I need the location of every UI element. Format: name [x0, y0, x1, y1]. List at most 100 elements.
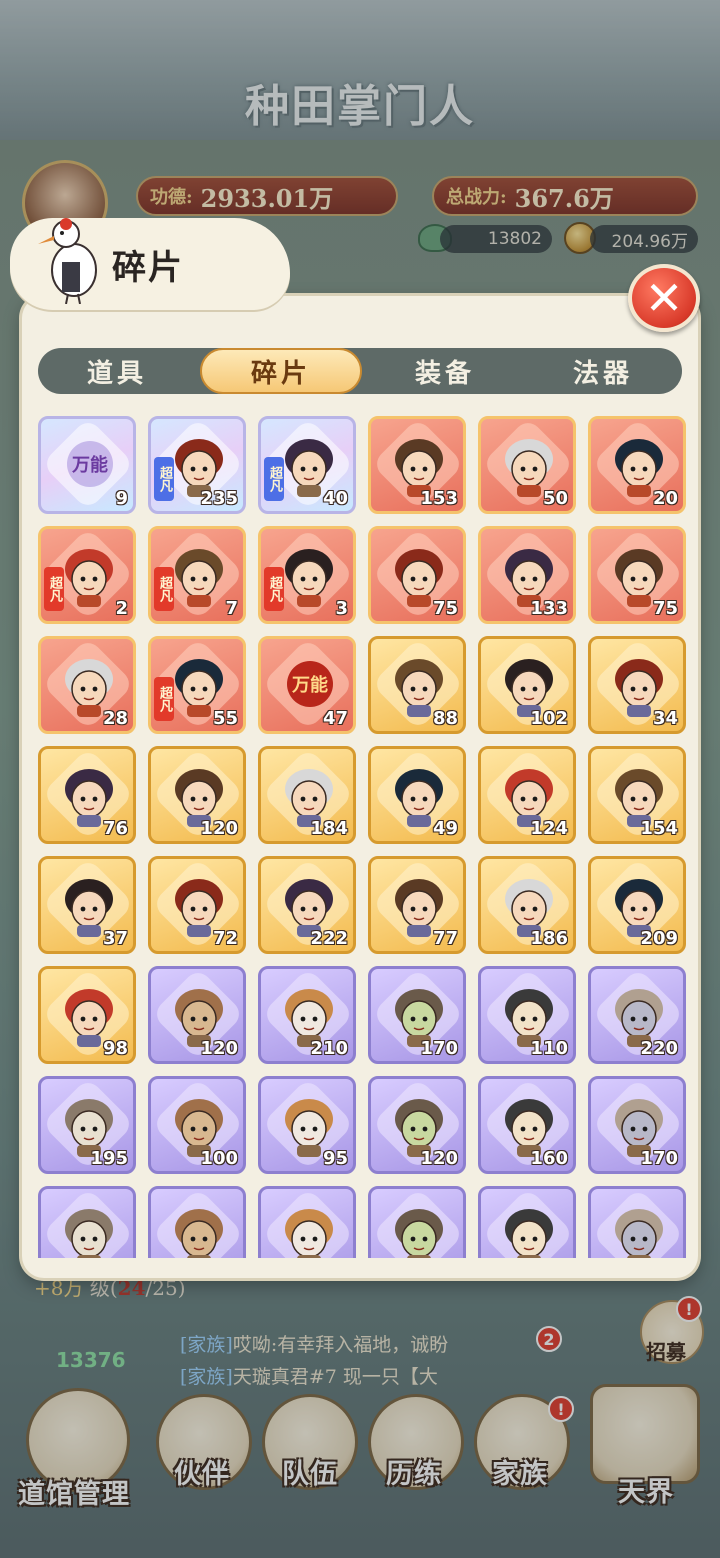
fragment-card[interactable]: 72: [148, 856, 246, 954]
fragment-card[interactable]: 75: [588, 526, 686, 624]
fragment-card[interactable]: 超凡 3: [258, 526, 356, 624]
fragment-card[interactable]: 34: [588, 636, 686, 734]
fragment-card[interactable]: 超凡 2: [38, 526, 136, 624]
fragment-card[interactable]: 160: [478, 1076, 576, 1174]
fragment-card[interactable]: 98: [38, 966, 136, 1064]
character-portrait-icon: [615, 1209, 663, 1258]
fragment-card[interactable]: 超凡 7: [148, 526, 246, 624]
character-portrait-icon: [285, 549, 333, 607]
fragment-card[interactable]: 75: [368, 526, 466, 624]
character-portrait-icon: [175, 1209, 223, 1258]
fragment-card[interactable]: 133: [478, 526, 576, 624]
crane-mascot-icon: [38, 218, 97, 304]
fragment-card[interactable]: 209: [588, 856, 686, 954]
fragment-grid-scroll[interactable]: 万能 9 超凡 235 超凡 40 153 50 20 超凡 2 超凡 7 超凡 3 75 133 75 28 超凡 5…: [38, 416, 686, 1258]
fragment-card[interactable]: 153: [368, 416, 466, 514]
fragment-card[interactable]: 76: [38, 746, 136, 844]
fragment-card[interactable]: 186: [478, 856, 576, 954]
tab-fragments[interactable]: 碎片: [200, 348, 362, 394]
fragment-count: 120: [200, 818, 238, 839]
fragment-card[interactable]: 28: [38, 636, 136, 734]
fragment-card[interactable]: 102: [478, 636, 576, 734]
transcendent-tag: 超凡: [264, 567, 284, 611]
fragment-count: 47: [322, 708, 348, 729]
character-portrait-icon: [175, 549, 223, 607]
fragment-count: 55: [212, 708, 238, 729]
fragment-card[interactable]: 37: [38, 856, 136, 954]
fragment-count: 154: [640, 818, 678, 839]
fragment-count: 72: [212, 928, 238, 949]
fragment-card[interactable]: [368, 1186, 466, 1258]
fragment-count: 34: [652, 708, 678, 729]
fragment-count: 184: [310, 818, 348, 839]
fragment-card[interactable]: 170: [368, 966, 466, 1064]
fragment-card[interactable]: 万能 47: [258, 636, 356, 734]
fragment-count: 195: [90, 1148, 128, 1169]
fragment-count: 170: [640, 1148, 678, 1169]
fragment-card[interactable]: 124: [478, 746, 576, 844]
fragment-count: 209: [640, 928, 678, 949]
fragment-card[interactable]: [38, 1186, 136, 1258]
fragment-count: 9: [115, 488, 128, 509]
fragment-count: 120: [420, 1148, 458, 1169]
fragment-card[interactable]: 万能 9: [38, 416, 136, 514]
fragment-count: 2: [115, 598, 128, 619]
universal-fragment-icon: 万能: [287, 661, 333, 707]
fragment-card[interactable]: 120: [148, 966, 246, 1064]
fragment-count: 49: [432, 818, 458, 839]
fragment-card[interactable]: 超凡 40: [258, 416, 356, 514]
fragment-count: 3: [335, 598, 348, 619]
fragment-count: 210: [310, 1038, 348, 1059]
fragment-count: 120: [200, 1038, 238, 1059]
fragment-card[interactable]: 88: [368, 636, 466, 734]
fragment-card[interactable]: 超凡 55: [148, 636, 246, 734]
fragment-card[interactable]: 222: [258, 856, 356, 954]
fragment-count: 40: [322, 488, 348, 509]
fragment-card[interactable]: [588, 1186, 686, 1258]
fragment-card[interactable]: 120: [148, 746, 246, 844]
character-portrait-icon: [65, 1209, 113, 1258]
fragment-count: 102: [530, 708, 568, 729]
fragment-card[interactable]: [148, 1186, 246, 1258]
fragment-count: 75: [652, 598, 678, 619]
tab-items[interactable]: 道具: [38, 348, 196, 394]
character-portrait-icon: [285, 1209, 333, 1258]
fragment-grid: 万能 9 超凡 235 超凡 40 153 50 20 超凡 2 超凡 7 超凡 3 75 133 75 28 超凡 5…: [38, 416, 686, 1258]
fragment-card[interactable]: 110: [478, 966, 576, 1064]
transcendent-tag: 超凡: [154, 567, 174, 611]
fragment-count: 98: [102, 1038, 128, 1059]
fragment-count: 76: [102, 818, 128, 839]
fragment-count: 50: [542, 488, 568, 509]
fragment-count: 77: [432, 928, 458, 949]
tab-equipment[interactable]: 装备: [366, 348, 524, 394]
fragment-card[interactable]: 49: [368, 746, 466, 844]
fragment-count: 222: [310, 928, 348, 949]
fragment-count: 20: [652, 488, 678, 509]
fragment-card[interactable]: 20: [588, 416, 686, 514]
fragment-count: 100: [200, 1148, 238, 1169]
fragment-card[interactable]: 195: [38, 1076, 136, 1174]
fragment-card[interactable]: 120: [368, 1076, 466, 1174]
fragment-card[interactable]: 50: [478, 416, 576, 514]
fragment-count: 160: [530, 1148, 568, 1169]
fragment-count: 88: [432, 708, 458, 729]
transcendent-tag: 超凡: [44, 567, 64, 611]
fragment-card[interactable]: [258, 1186, 356, 1258]
close-button[interactable]: ✕: [628, 264, 700, 332]
fragment-card[interactable]: 210: [258, 966, 356, 1064]
fragment-card[interactable]: [478, 1186, 576, 1258]
fragment-card[interactable]: 95: [258, 1076, 356, 1174]
fragment-card[interactable]: 184: [258, 746, 356, 844]
fragment-card[interactable]: 77: [368, 856, 466, 954]
fragment-card[interactable]: 154: [588, 746, 686, 844]
fragment-card[interactable]: 220: [588, 966, 686, 1064]
tab-artifacts[interactable]: 法器: [524, 348, 682, 394]
fragment-count: 95: [322, 1148, 348, 1169]
fragment-card[interactable]: 170: [588, 1076, 686, 1174]
fragment-count: 186: [530, 928, 568, 949]
fragment-card[interactable]: 超凡 235: [148, 416, 246, 514]
fragment-count: 110: [530, 1038, 568, 1059]
fragment-count: 153: [420, 488, 458, 509]
fragment-card[interactable]: 100: [148, 1076, 246, 1174]
fragment-count: 235: [200, 488, 238, 509]
